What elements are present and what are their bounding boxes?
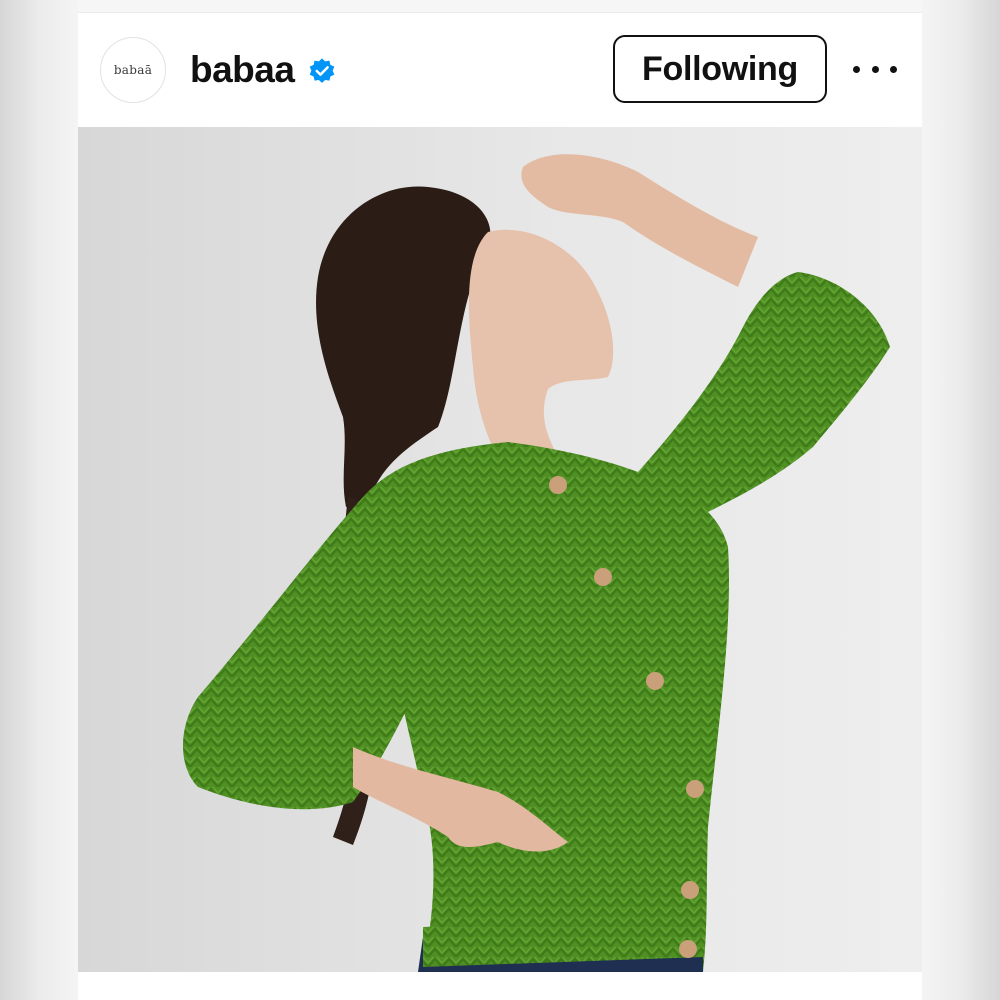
- verified-badge-icon: [309, 58, 335, 83]
- more-options-icon[interactable]: [853, 53, 897, 85]
- previous-post-edge: [78, 0, 922, 13]
- username[interactable]: babaa: [190, 49, 295, 91]
- post-header: babaā babaa Following: [78, 13, 922, 127]
- post-card: babaā babaa Following: [78, 0, 922, 1000]
- photo-illustration: [78, 127, 922, 972]
- post-actions-area: [78, 972, 922, 1000]
- post-photo[interactable]: [78, 127, 922, 972]
- more-dot: [871, 65, 879, 73]
- more-dot: [853, 65, 860, 73]
- avatar[interactable]: babaā: [100, 37, 166, 103]
- following-button[interactable]: Following: [613, 35, 827, 103]
- more-dot: [890, 65, 897, 73]
- avatar-logo-text: babaā: [113, 63, 153, 77]
